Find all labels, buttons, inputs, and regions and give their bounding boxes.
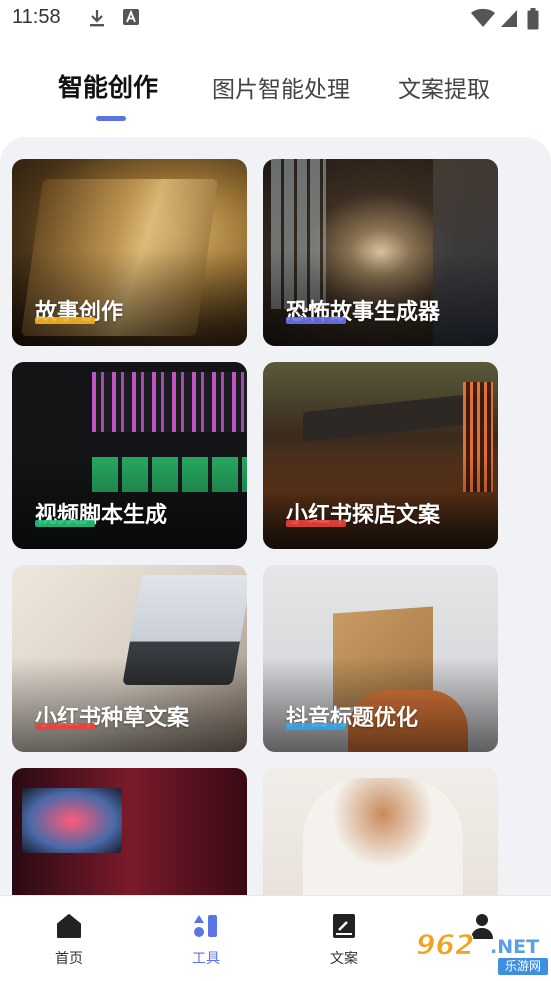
card-accent <box>286 520 346 527</box>
person-shape <box>303 778 463 897</box>
status-bar: 11:58 <box>0 0 551 36</box>
tool-grid: 故事创作 恐怖故事生成器 视频脚本生成 小红书探店文案 小红书种草文案 抖音标题… <box>0 137 551 897</box>
wifi-icon <box>470 8 496 32</box>
nav-label: 文案 <box>330 951 358 967</box>
tools-icon <box>194 915 217 937</box>
card-douyin-title[interactable]: 抖音标题优化 <box>263 565 498 752</box>
screen-shape <box>22 788 122 853</box>
card-accent <box>286 723 346 730</box>
nav-label: 工具 <box>192 951 220 967</box>
document-icon <box>333 914 355 938</box>
card-tool-8[interactable] <box>263 768 498 897</box>
tab-bar: 智能创作 图片智能处理 文案提取 <box>0 58 551 128</box>
card-horror-story-generator[interactable]: 恐怖故事生成器 <box>263 159 498 346</box>
card-video-script[interactable]: 视频脚本生成 <box>12 362 247 549</box>
site-watermark: 962 .NET 乐游网 <box>412 928 548 976</box>
watermark-site: 乐游网 <box>498 958 548 975</box>
timeline-bars <box>92 372 247 432</box>
home-icon <box>57 914 81 938</box>
card-accent <box>35 723 95 730</box>
tab-indicator <box>96 116 126 121</box>
card-xiaohongshu-store-visit[interactable]: 小红书探店文案 <box>263 362 498 549</box>
status-time: 11:58 <box>12 6 61 28</box>
battery-icon <box>527 8 539 34</box>
card-tool-7[interactable] <box>12 768 247 897</box>
tab-text-extraction[interactable]: 文案提取 <box>398 70 490 104</box>
font-icon <box>122 8 140 30</box>
signal-icon <box>500 8 518 32</box>
tab-image-processing[interactable]: 图片智能处理 <box>212 70 350 104</box>
watermark-suffix: .NET <box>490 936 540 958</box>
watermark-number: 962 <box>415 928 475 962</box>
download-icon <box>88 8 106 32</box>
card-xiaohongshu-seeding[interactable]: 小红书种草文案 <box>12 565 247 752</box>
nav-label: 首页 <box>55 951 83 967</box>
nav-copywriting[interactable]: 文案 <box>289 896 399 981</box>
nav-home[interactable]: 首页 <box>14 896 124 981</box>
card-story-creation[interactable]: 故事创作 <box>12 159 247 346</box>
nav-tools[interactable]: 工具 <box>151 896 261 981</box>
card-accent <box>35 520 95 527</box>
card-accent <box>35 317 95 324</box>
tab-smart-creation[interactable]: 智能创作 <box>58 68 158 104</box>
card-accent <box>286 317 346 324</box>
